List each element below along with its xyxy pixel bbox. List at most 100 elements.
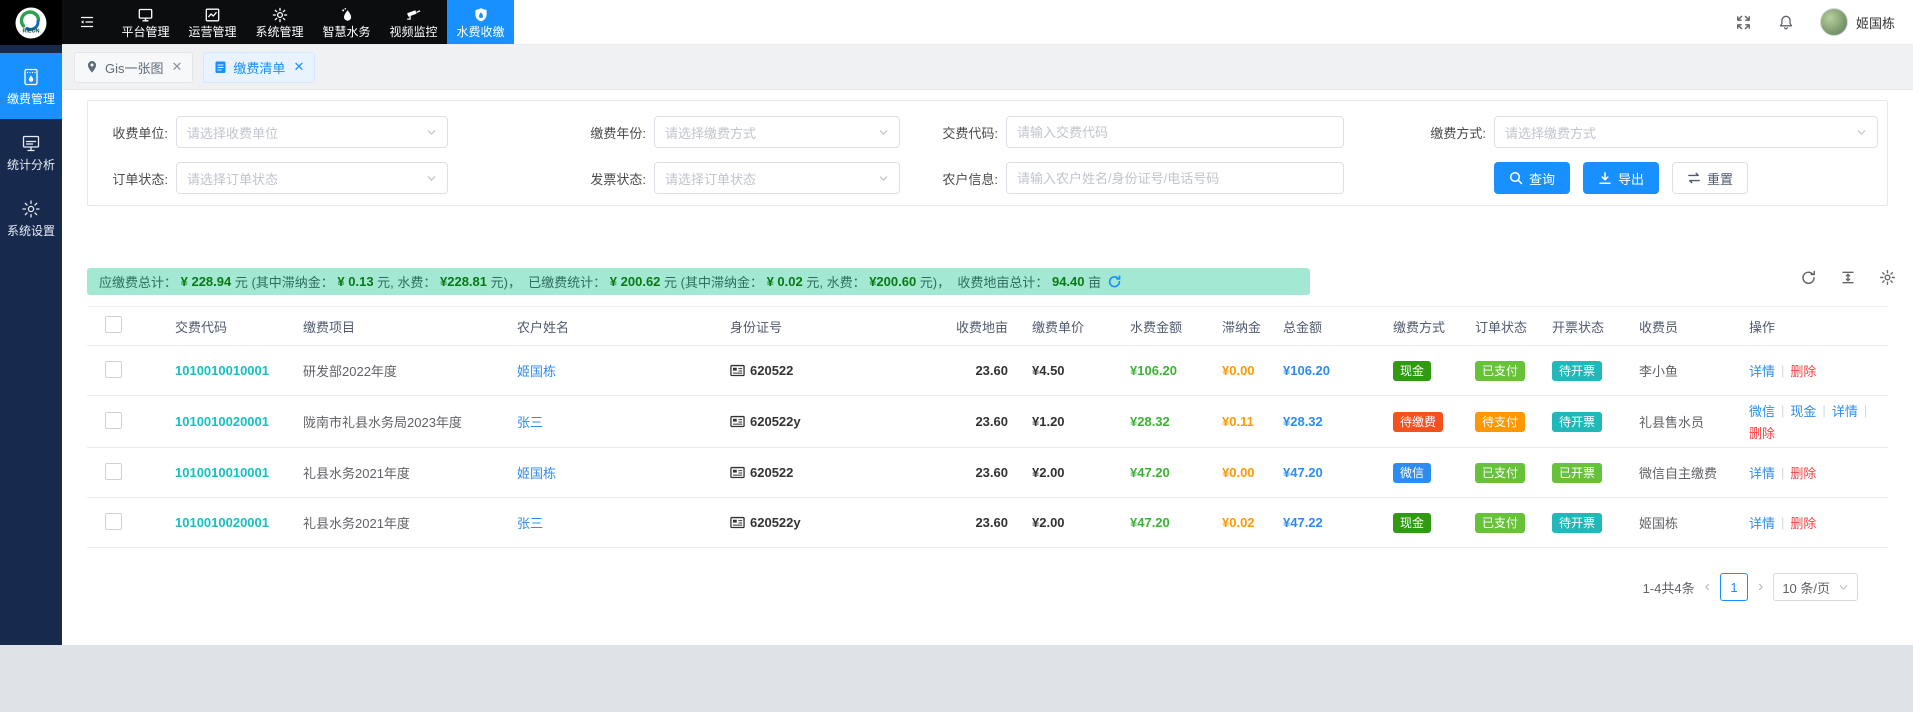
summary-segment-13: 94.40 — [1052, 274, 1085, 289]
settings-icon — [21, 199, 41, 219]
payment-year-select[interactable]: 请选择缴费方式 — [654, 116, 900, 148]
table-row-2: 1010010010001礼县水务2021年度姬国栋62052223.60¥2.… — [87, 448, 1888, 498]
prev-page-icon[interactable]: ‹ — [1705, 579, 1710, 595]
order-status-select[interactable]: 请选择订单状态 — [176, 162, 448, 194]
late-fee: ¥0.11 — [1212, 414, 1272, 429]
user-menu[interactable]: 姬国栋 — [1820, 8, 1895, 36]
nav-item-4[interactable]: 视频监控 — [380, 0, 447, 44]
filter-payment-year: 缴费年份: 请选择缴费方式 — [561, 116, 900, 148]
table-row-0: 1010010010001研发部2022年度姬国栋62052223.60¥4.5… — [87, 346, 1888, 396]
op-delete-link[interactable]: 删除 — [1790, 361, 1816, 380]
pay-method-tag: 现金 — [1393, 361, 1431, 381]
col-header-6: 水费金额 — [1117, 317, 1212, 336]
invoice-status-tag: 待开票 — [1552, 361, 1602, 381]
reset-button[interactable]: 重置 — [1672, 162, 1748, 194]
page-number[interactable]: 1 — [1720, 573, 1748, 601]
charge-area: 23.60 — [947, 465, 1008, 480]
export-button[interactable]: 导出 — [1583, 162, 1659, 194]
summary-refresh-icon[interactable] — [1107, 274, 1122, 289]
farmer-name-link[interactable]: 姬国栋 — [517, 466, 556, 481]
farmer-name-link[interactable]: 张三 — [517, 516, 543, 531]
unit-price: ¥2.00 — [1008, 465, 1117, 480]
op-action-link[interactable]: 详情 — [1832, 401, 1858, 420]
nav-item-3[interactable]: 智慧水务 — [313, 0, 380, 44]
next-page-icon[interactable]: › — [1758, 579, 1763, 595]
summary-segment-12: 元)， 收费地亩总计： — [916, 272, 1052, 291]
row-operations: 详情|删除 — [1749, 513, 1888, 532]
op-delete-link[interactable]: 删除 — [1790, 513, 1816, 532]
op-action-link[interactable]: 详情 — [1749, 361, 1775, 380]
summary-segment-14: 亩 — [1085, 272, 1102, 291]
bell-icon[interactable] — [1778, 14, 1794, 31]
tab-bar: Gis一张图✕ 缴费清单✕ — [62, 45, 1913, 90]
tab-0[interactable]: Gis一张图✕ — [74, 52, 193, 83]
nav-item-0[interactable]: 平台管理 — [112, 0, 179, 44]
nav-item-5[interactable]: 水费收缴 — [447, 0, 514, 44]
farmer-name-link[interactable]: 张三 — [517, 415, 543, 430]
op-delete-link[interactable]: 删除 — [1749, 423, 1775, 442]
total-amount: ¥47.22 — [1272, 515, 1377, 530]
row-height-icon[interactable] — [1840, 269, 1856, 286]
refresh-icon[interactable] — [1800, 269, 1817, 286]
op-action-link[interactable]: 微信 — [1749, 401, 1775, 420]
column-settings-icon[interactable] — [1879, 269, 1896, 286]
col-header-2: 农户姓名 — [511, 317, 727, 336]
id-number: 620522 — [750, 465, 793, 480]
sidebar-item-1[interactable]: 统计分析 — [0, 119, 62, 185]
invoice-status-select[interactable]: 请选择订单状态 — [654, 162, 900, 194]
charge-unit-select[interactable]: 请选择收费单位 — [176, 116, 448, 148]
chart-icon — [204, 7, 221, 23]
farmer-name-link[interactable]: 姬国栋 — [517, 364, 556, 379]
op-action-link[interactable]: 详情 — [1749, 513, 1775, 532]
id-card-icon — [730, 364, 745, 377]
payment-code: 1010010020001 — [157, 414, 297, 429]
col-header-5: 缴费单价 — [1008, 317, 1117, 336]
payment-method-select[interactable]: 请选择缴费方式 — [1494, 116, 1878, 148]
collapse-menu-icon — [79, 14, 95, 30]
doc-icon — [214, 60, 227, 74]
water-amount: ¥28.32 — [1117, 414, 1212, 429]
camera-icon — [405, 7, 422, 23]
order-status-tag: 已支付 — [1475, 513, 1525, 533]
op-delete-link[interactable]: 删除 — [1790, 463, 1816, 482]
svg-text:RIEON: RIEON — [22, 28, 39, 34]
total-amount: ¥106.20 — [1272, 363, 1377, 378]
sidebar: 缴费管理统计分析系统设置 — [0, 45, 62, 645]
top-bar: RIEON 平台管理运营管理系统管理智慧水务视频监控水费收缴 姬国栋 — [0, 0, 1913, 45]
stats-icon — [21, 133, 41, 153]
nav-item-2[interactable]: 系统管理 — [246, 0, 313, 44]
project-name: 研发部2022年度 — [297, 361, 511, 380]
fullscreen-icon[interactable] — [1735, 14, 1752, 31]
sidebar-item-0[interactable]: 缴费管理 — [0, 53, 62, 119]
row-checkbox[interactable] — [105, 361, 122, 378]
row-checkbox[interactable] — [105, 513, 122, 530]
farmer-info-input[interactable] — [1006, 162, 1344, 194]
row-checkbox[interactable] — [105, 412, 122, 429]
tab-1[interactable]: 缴费清单✕ — [203, 52, 315, 83]
charge-area: 23.60 — [947, 414, 1008, 429]
payment-code-input[interactable] — [1006, 116, 1344, 148]
chevron-down-icon — [426, 127, 437, 138]
sidebar-collapse-button[interactable] — [62, 0, 112, 44]
row-checkbox[interactable] — [105, 463, 122, 480]
search-button[interactable]: 查询 — [1494, 162, 1570, 194]
unit-price: ¥2.00 — [1008, 515, 1117, 530]
op-action-link[interactable]: 详情 — [1749, 463, 1775, 482]
pay-method-tag: 微信 — [1393, 463, 1431, 483]
late-fee: ¥0.02 — [1212, 515, 1272, 530]
nav-item-1[interactable]: 运营管理 — [179, 0, 246, 44]
table-toolbar — [1800, 269, 1896, 286]
payment-code-label: 交费代码: — [918, 123, 998, 142]
filter-farmer-info: 农户信息: — [918, 162, 1344, 194]
tab-close-icon[interactable]: ✕ — [172, 59, 183, 75]
water-amount: ¥106.20 — [1117, 363, 1212, 378]
tab-close-icon[interactable]: ✕ — [293, 59, 304, 75]
sidebar-item-2[interactable]: 系统设置 — [0, 185, 62, 251]
col-header-4: 收费地亩 — [947, 317, 1008, 336]
select-all-checkbox[interactable] — [105, 316, 122, 333]
water-drop-icon — [339, 7, 355, 23]
op-action-link[interactable]: 现金 — [1790, 401, 1816, 420]
gear-icon — [272, 7, 288, 23]
col-header-9: 缴费方式 — [1377, 317, 1465, 336]
page-size-select[interactable]: 10 条/页 — [1773, 573, 1858, 601]
